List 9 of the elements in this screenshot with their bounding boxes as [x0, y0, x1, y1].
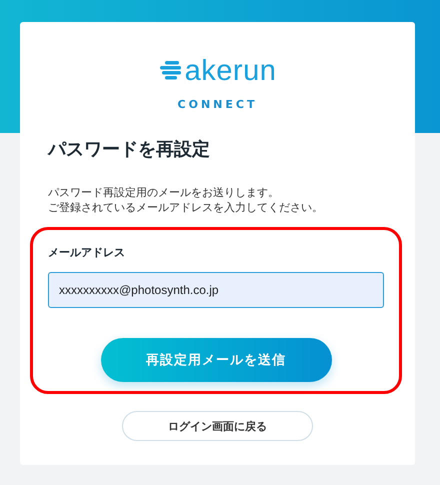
- logo-subtitle: CONNECT: [178, 98, 258, 111]
- description-text: ご登録されているメールアドレスを入力してください。: [48, 200, 324, 215]
- page-title: パスワードを再設定: [48, 138, 211, 161]
- logo-stripes-icon: [158, 60, 183, 82]
- logo-wordmark: akerun: [184, 56, 276, 86]
- description-text: パスワード再設定用のメールをお送りします。: [48, 185, 280, 200]
- field-label: メールアドレス: [48, 245, 126, 260]
- email-field[interactable]: xxxxxxxxxx@photosynth.co.jp: [48, 272, 384, 308]
- back-to-login-button[interactable]: ログイン画面に戻る: [122, 411, 313, 441]
